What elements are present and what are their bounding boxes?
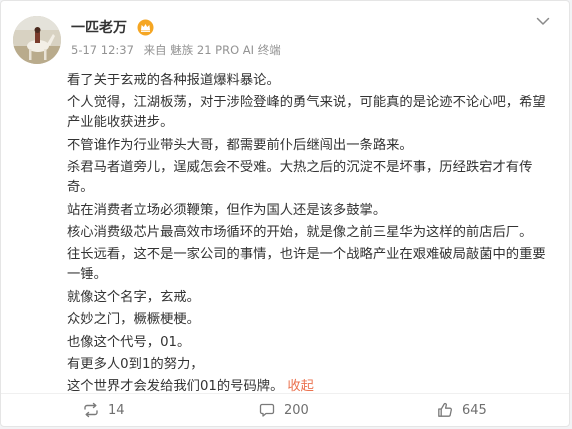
post-paragraph: 众妙之门，橛橛梗梗。 <box>67 312 200 328</box>
post-paragraph: 也像这个代号，01。 <box>67 334 191 350</box>
like-button[interactable]: 645 <box>437 396 487 424</box>
post-meta: 5-17 12:37 来自 魅族 21 PRO AI 终端 <box>71 42 287 58</box>
author-name[interactable]: 一匹老万 <box>71 18 127 38</box>
divider <box>1 393 569 394</box>
weibo-post-card: 一匹老万 5-17 12:37 来自 魅族 21 PRO AI 终端 看了关于玄… <box>0 0 570 427</box>
post-content: 看了关于玄戒的各种报道爆料暴论。 个人觉得，江湖板荡，对于涉险登峰的勇气来说，可… <box>67 71 557 400</box>
post-paragraph: 杀君马者道旁儿，逞威怎会不受难。大热之后的沉淀不是坏事，历经跌宕才有传奇。 <box>67 160 533 196</box>
post-paragraph: 有更多人0到1的努力， <box>67 356 204 372</box>
post-paragraph: 站在消费者立场必须鞭策，但作为国人还是该多鼓掌。 <box>67 202 387 218</box>
like-count: 645 <box>462 402 487 418</box>
comment-button[interactable]: 200 <box>259 396 309 424</box>
repost-icon <box>84 402 98 418</box>
vip-crown-icon <box>137 19 154 36</box>
post-source: 来自 魅族 21 PRO AI 终端 <box>143 43 281 57</box>
comment-icon <box>259 403 275 417</box>
thumbs-up-icon <box>438 402 452 417</box>
post-date[interactable]: 5-17 12:37 <box>71 43 134 57</box>
action-bar: 14 200 645 <box>1 396 569 424</box>
post-paragraph: 就像这个名字，玄戒。 <box>67 289 200 305</box>
avatar-image <box>13 16 61 64</box>
post-paragraph: 不管谁作为行业带头大哥，都需要前仆后继闯出一条路来。 <box>67 137 413 153</box>
post-paragraph: 核心消费级芯片最高效市场循环的开始，就是像之前三星华为这样的前店后厂。 <box>67 224 533 240</box>
post-paragraph: 往长远看，这不是一家公司的事情，也许是一个战略产业在艰难破局敲菌中的重要一锤。 <box>67 247 546 283</box>
post-paragraph: 个人觉得，江湖板荡，对于涉险登峰的勇气来说，可能真的是论迹不论心吧，希望产业能收… <box>67 95 546 131</box>
post-paragraph: 看了关于玄戒的各种报道爆料暴论。 <box>67 73 280 88</box>
repost-count: 14 <box>108 402 125 418</box>
repost-button[interactable]: 14 <box>83 396 125 424</box>
chevron-down-icon[interactable] <box>535 13 551 29</box>
post-last-paragraph: 这个世界才会发给我们01的号码牌。 收起 <box>67 377 557 397</box>
comment-count: 200 <box>284 402 309 418</box>
avatar[interactable] <box>13 16 61 64</box>
